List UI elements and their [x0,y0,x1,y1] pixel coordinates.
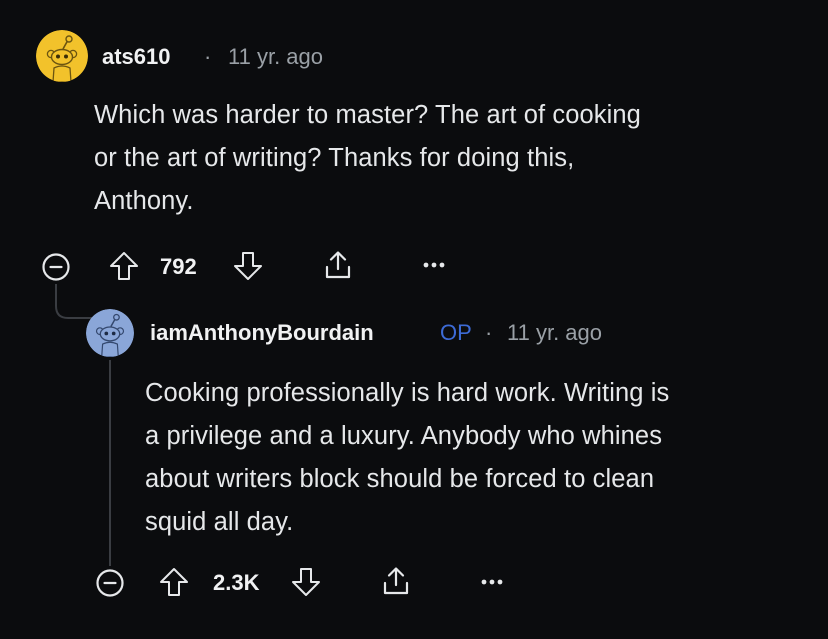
more-icon[interactable] [422,260,446,270]
comment-body: Cooking professionally is hard work. Wri… [145,372,669,544]
comment-timestamp: 11 yr. ago [228,44,323,69]
snoo-avatar-icon [36,30,88,82]
comment-text-line: or the art of writing? Thanks for doing … [94,144,575,172]
share-icon[interactable] [322,249,354,281]
thread-line [109,360,111,566]
comment-text-line: Cooking professionally is hard work. Wri… [145,379,670,407]
upvote-icon[interactable] [158,566,190,598]
comment-text-line: squid all day. [145,508,294,536]
collapse-icon[interactable] [41,252,71,282]
downvote-icon[interactable] [290,566,322,598]
upvote-icon[interactable] [108,250,140,282]
comment-text-line: a privilege and a luxury. Anybody who wh… [145,422,663,450]
meta-separator: · [204,44,212,69]
snoo-avatar-icon [86,309,134,357]
share-icon[interactable] [380,565,412,597]
op-badge: OP [440,320,472,345]
comment-text-line: about writers block should be forced to … [145,465,655,493]
avatar[interactable] [36,30,88,82]
meta-separator: · [485,320,493,345]
downvote-icon[interactable] [232,250,264,282]
vote-count: 2.3K [213,570,260,595]
comment-body: Which was harder to master? The art of c… [94,94,641,223]
more-icon[interactable] [480,577,504,587]
comment-text-line: Anthony. [94,187,194,215]
comment-timestamp: 11 yr. ago [507,320,602,345]
vote-count: 792 [160,254,197,279]
collapse-icon[interactable] [95,568,125,598]
comment-author[interactable]: iamAnthonyBourdain [150,320,374,346]
avatar[interactable] [86,309,134,357]
comment-author[interactable]: ats610 [102,44,171,70]
comment-text-line: Which was harder to master? The art of c… [94,101,641,129]
